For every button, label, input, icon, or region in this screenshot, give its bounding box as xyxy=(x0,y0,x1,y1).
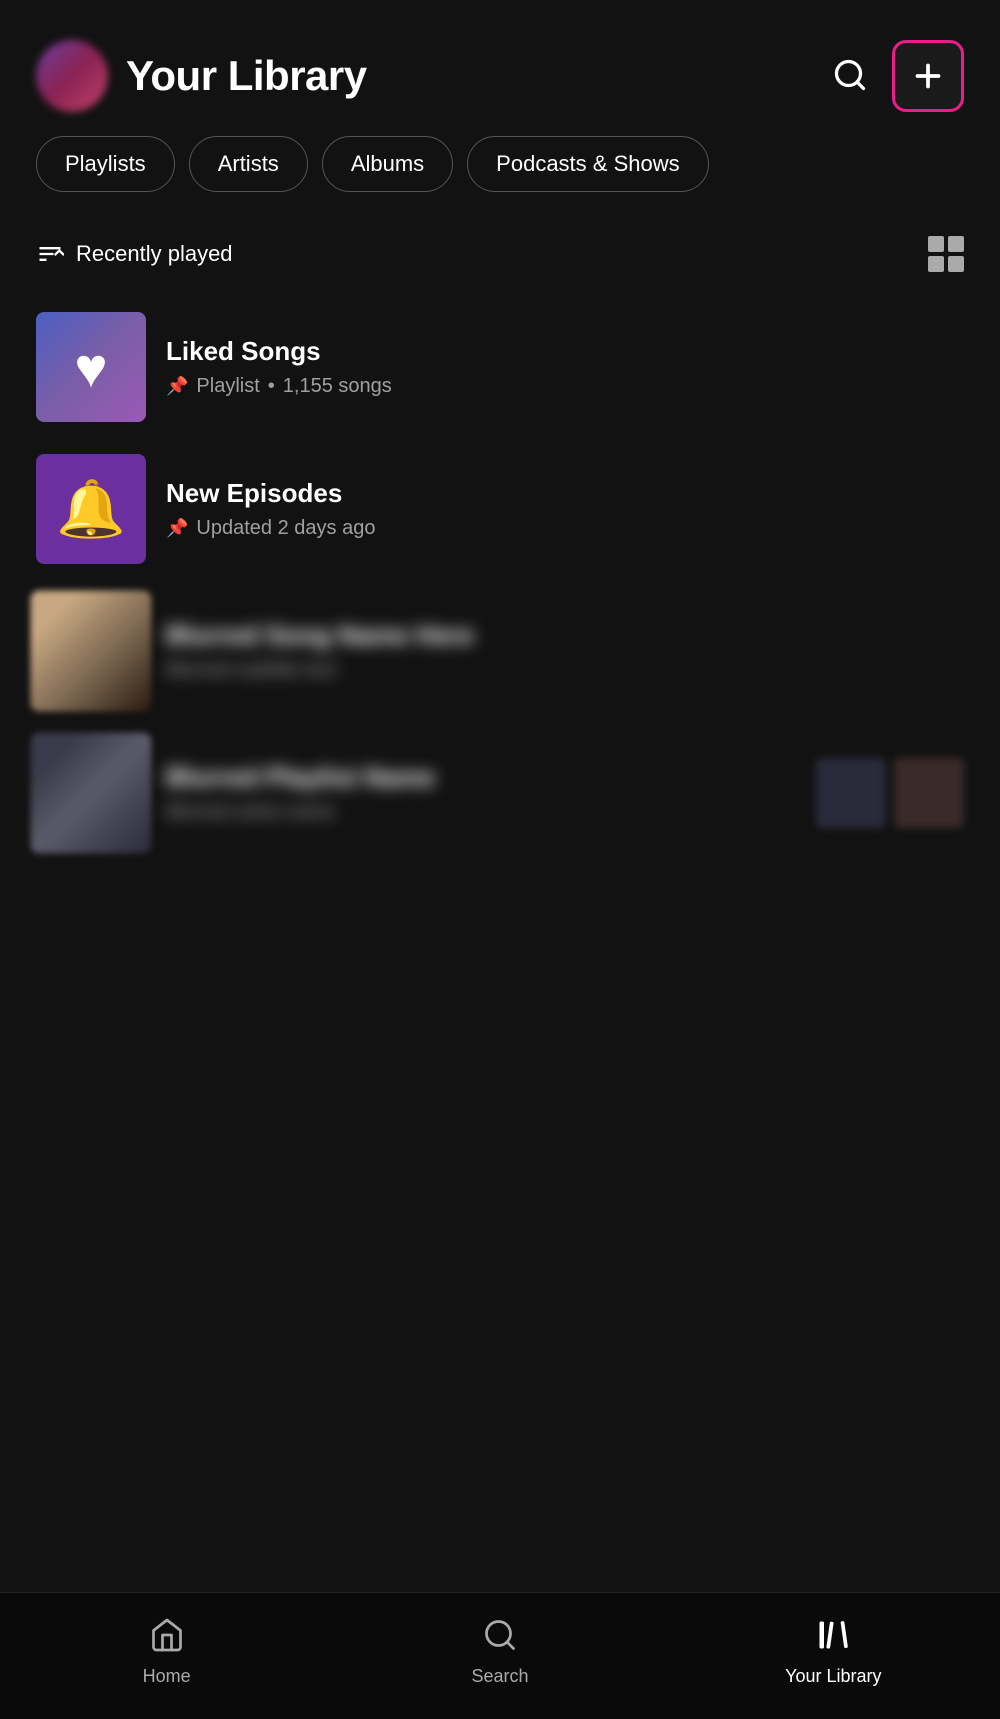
header-left: Your Library xyxy=(36,40,367,112)
blurred-artwork-4 xyxy=(31,733,152,854)
nav-home[interactable]: Home xyxy=(107,1617,227,1687)
blurred-artwork-3 xyxy=(31,591,152,712)
nav-search-label: Search xyxy=(471,1666,528,1687)
item-title: New Episodes xyxy=(166,478,964,509)
grid-cell xyxy=(928,256,944,272)
bell-icon: 🔔 xyxy=(56,476,126,542)
header: Your Library xyxy=(0,0,1000,136)
item-updated: Updated 2 days ago xyxy=(196,517,375,540)
item-meta: Blurred artist name xyxy=(166,801,796,824)
extra-thumb-2 xyxy=(894,758,964,828)
heart-icon: ♥ xyxy=(74,335,107,400)
home-icon xyxy=(149,1617,185,1658)
grid-view-button[interactable] xyxy=(928,236,964,272)
item-meta: 📌 Playlist • 1,155 songs xyxy=(166,375,964,398)
pin-icon: 📌 xyxy=(166,376,188,397)
item-separator: • xyxy=(268,375,275,398)
item-count: 1,155 songs xyxy=(283,375,392,398)
liked-songs-info: Liked Songs 📌 Playlist • 1,155 songs xyxy=(166,336,964,398)
blurred-info-4: Blurred Playlist Name Blurred artist nam… xyxy=(166,762,796,824)
list-item[interactable]: Blurred Song Name Here Blurred subtitle … xyxy=(36,580,964,722)
new-episodes-artwork: 🔔 xyxy=(36,454,146,564)
sort-bar: Recently played xyxy=(0,220,1000,296)
grid-cell xyxy=(948,236,964,252)
item-subtitle: Blurred artist name xyxy=(166,801,335,824)
sort-label: Recently played xyxy=(76,241,233,267)
liked-songs-artwork: ♥ xyxy=(36,312,146,422)
nav-library-label: Your Library xyxy=(785,1666,881,1687)
pin-icon: 📌 xyxy=(166,518,188,539)
header-actions xyxy=(824,40,964,112)
list-item[interactable]: Blurred Playlist Name Blurred artist nam… xyxy=(36,722,964,864)
avatar[interactable] xyxy=(36,40,108,112)
sort-control[interactable]: Recently played xyxy=(36,240,233,268)
search-button[interactable] xyxy=(824,49,876,104)
library-icon xyxy=(815,1617,851,1658)
filter-podcasts[interactable]: Podcasts & Shows xyxy=(467,136,708,192)
item-title: Blurred Song Name Here xyxy=(166,620,964,651)
search-nav-icon xyxy=(482,1617,518,1658)
item-subtitle: Blurred subtitle text xyxy=(166,659,337,682)
sort-icon xyxy=(36,240,64,268)
item-title: Liked Songs xyxy=(166,336,964,367)
filter-playlists[interactable]: Playlists xyxy=(36,136,175,192)
grid-cell xyxy=(948,256,964,272)
extra-thumb-1 xyxy=(816,758,886,828)
item-meta: 📌 Updated 2 days ago xyxy=(166,517,964,540)
item-meta: Blurred subtitle text xyxy=(166,659,964,682)
page-title: Your Library xyxy=(126,52,367,100)
list-item[interactable]: 🔔 New Episodes 📌 Updated 2 days ago xyxy=(36,438,964,580)
new-episodes-info: New Episodes 📌 Updated 2 days ago xyxy=(166,478,964,540)
bottom-nav: Home Search Your Library xyxy=(0,1592,1000,1719)
item-title: Blurred Playlist Name xyxy=(166,762,796,793)
grid-cell xyxy=(928,236,944,252)
list-item[interactable]: ♥ Liked Songs 📌 Playlist • 1,155 songs xyxy=(36,296,964,438)
filter-artists[interactable]: Artists xyxy=(189,136,308,192)
add-button[interactable] xyxy=(892,40,964,112)
nav-search[interactable]: Search xyxy=(440,1617,560,1687)
blurred-info-3: Blurred Song Name Here Blurred subtitle … xyxy=(166,620,964,682)
filter-albums[interactable]: Albums xyxy=(322,136,453,192)
extra-thumbs xyxy=(816,758,964,828)
nav-home-label: Home xyxy=(143,1666,191,1687)
nav-library[interactable]: Your Library xyxy=(773,1617,893,1687)
item-type: Playlist xyxy=(196,375,259,398)
filter-bar: Playlists Artists Albums Podcasts & Show… xyxy=(0,136,1000,220)
library-list: ♥ Liked Songs 📌 Playlist • 1,155 songs 🔔… xyxy=(0,296,1000,864)
